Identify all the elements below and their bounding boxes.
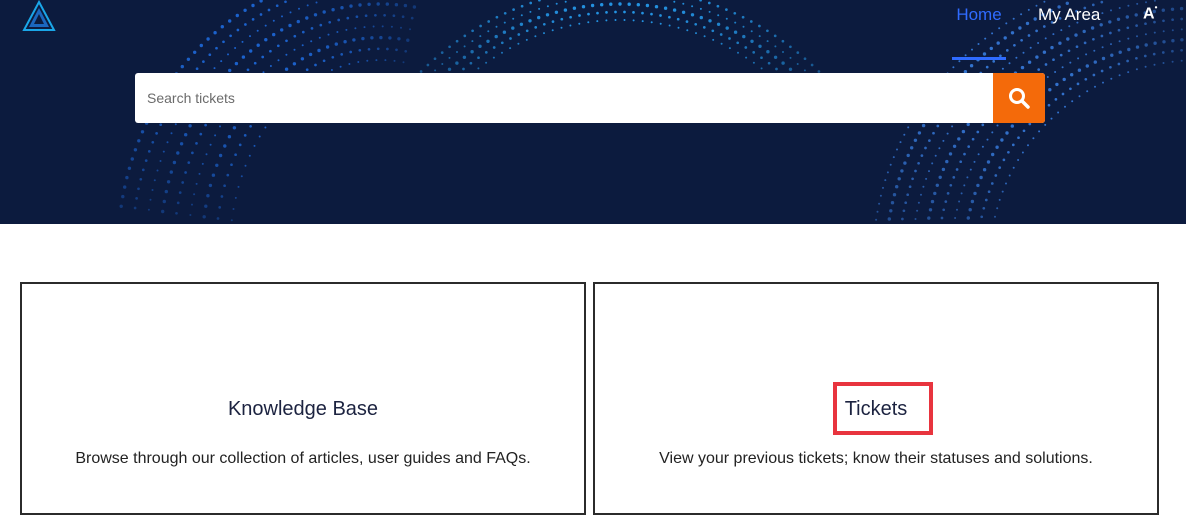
nav-home-label: Home [956, 5, 1002, 24]
search-input[interactable] [135, 73, 993, 123]
tickets-card[interactable]: Tickets View your previous tickets; know… [593, 282, 1159, 515]
hero-banner: Home My Area A• [0, 0, 1186, 224]
knowledge-base-card[interactable]: Knowledge Base Browse through our collec… [20, 282, 586, 515]
card-title: Tickets [844, 398, 908, 420]
nav-my-area-link[interactable]: My Area [1038, 0, 1100, 60]
card-description: View your previous tickets; know their s… [659, 450, 1093, 467]
nav-my-area-label: My Area [1038, 5, 1101, 24]
search-icon [1009, 88, 1030, 109]
accessibility-label: A [1143, 5, 1155, 23]
search-bar [135, 73, 1045, 123]
nav-home-link[interactable]: Home [952, 0, 1006, 60]
search-button[interactable] [993, 73, 1045, 123]
logo-triangle-icon[interactable] [22, 0, 56, 32]
accessibility-icon[interactable]: A• [1143, 3, 1163, 27]
card-description: Browse through our collection of article… [75, 450, 531, 467]
card-title: Knowledge Base [227, 398, 379, 420]
